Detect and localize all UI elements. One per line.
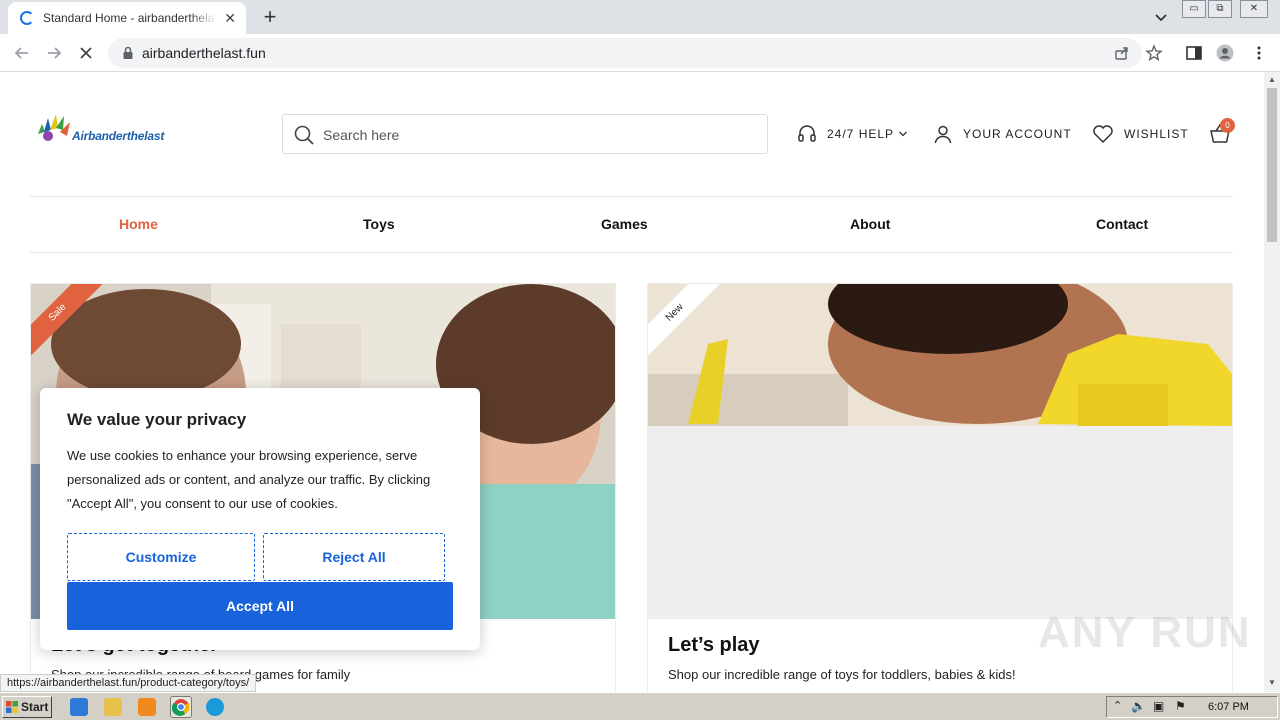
chevron-down-icon[interactable] (1152, 8, 1170, 26)
account-label: YOUR ACCOUNT (963, 127, 1072, 141)
hands-logo-icon (38, 114, 70, 141)
page-scrollbar[interactable]: ▲ ▼ (1264, 72, 1280, 692)
media-player-icon[interactable] (138, 698, 156, 716)
close-window-button[interactable]: ✕ (1240, 0, 1268, 18)
lock-icon[interactable] (120, 45, 136, 61)
site-logo[interactable]: Airbanderthelast (34, 110, 174, 146)
network-icon[interactable]: ▣ (1153, 699, 1164, 713)
child-playing-image[interactable]: New (648, 284, 1232, 619)
nav-home[interactable]: Home (119, 216, 158, 232)
nav-about[interactable]: About (850, 216, 890, 232)
chrome-taskbar-button[interactable] (170, 696, 192, 718)
windows-logo-icon (6, 701, 18, 713)
card-title[interactable]: Let’s play (668, 634, 760, 657)
cookie-consent-dialog: We value your privacy We use cookies to … (40, 388, 480, 650)
system-tray: ⌃ 🔈 ▣ ⚑ (1106, 696, 1278, 718)
close-tab-icon[interactable]: ✕ (222, 10, 238, 27)
new-tab-button[interactable]: + (258, 4, 282, 30)
help-dropdown[interactable]: 24/7 HELP (797, 124, 908, 144)
logo-text: Airbanderthelast (72, 129, 165, 143)
url-text[interactable]: airbanderthelast.fun (142, 45, 266, 61)
share-icon[interactable] (1114, 45, 1130, 61)
arrow-right-icon (48, 47, 62, 59)
profile-avatar-icon[interactable] (1216, 44, 1234, 62)
windows-taskbar: Start ⌃ 🔈 ▣ ⚑ 6:07 PM (0, 692, 1280, 720)
nav-contact[interactable]: Contact (1096, 216, 1148, 232)
stop-loading-button[interactable] (74, 41, 98, 65)
tab-strip: Standard Home - airbanderthelast.fun ✕ +… (0, 0, 1280, 34)
search-icon[interactable] (293, 124, 315, 146)
site-search[interactable] (282, 114, 768, 154)
back-button[interactable] (10, 41, 34, 65)
more-menu-icon[interactable] (1250, 44, 1268, 62)
scroll-thumb[interactable] (1267, 88, 1277, 242)
minimize-button[interactable]: ▭ (1182, 0, 1206, 18)
loading-spinner-icon (20, 11, 34, 25)
watermark-text: ANY RUN (1038, 608, 1252, 657)
status-bar-url: https://airbanderthelast.fun/product-cat… (0, 674, 257, 692)
start-button[interactable]: Start (2, 696, 52, 718)
wishlist-link[interactable]: WISHLIST (1092, 124, 1189, 144)
arrow-left-icon (14, 47, 28, 59)
accept-all-button[interactable]: Accept All (67, 582, 453, 630)
new-ribbon-label: New (648, 284, 722, 360)
bookmark-star-icon[interactable] (1145, 44, 1163, 62)
sale-ribbon: Sale (31, 284, 109, 362)
file-explorer-icon[interactable] (104, 698, 122, 716)
edge-icon[interactable] (206, 698, 224, 716)
main-navigation: Home Toys Games About Contact (30, 196, 1233, 253)
chevron-down-icon (899, 131, 908, 137)
headset-icon (798, 125, 816, 142)
wishlist-label: WISHLIST (1124, 127, 1189, 141)
show-hidden-icons-icon[interactable]: ⌃ (1113, 699, 1122, 712)
user-icon (934, 125, 952, 144)
card-description: Shop our incredible range of toys for to… (668, 667, 1016, 682)
internet-explorer-icon[interactable] (70, 698, 88, 716)
browser-toolbar: airbanderthelast.fun (0, 34, 1280, 72)
heart-icon (1093, 125, 1113, 144)
close-icon (80, 47, 92, 59)
start-label: Start (21, 700, 49, 714)
cookie-body: We use cookies to enhance your browsing … (67, 448, 431, 511)
help-label: 24/7 HELP (827, 127, 895, 141)
search-input[interactable] (323, 124, 743, 146)
nav-games[interactable]: Games (601, 216, 648, 232)
nav-toys[interactable]: Toys (363, 216, 395, 232)
child-with-toy-photo (648, 284, 1232, 619)
tab-title: Standard Home - airbanderthelast.fun (43, 11, 216, 25)
customize-button[interactable]: Customize (67, 533, 255, 581)
forward-button[interactable] (42, 41, 66, 65)
restore-button[interactable]: ⧉ (1208, 0, 1232, 18)
scroll-up-arrow-icon[interactable]: ▲ (1268, 75, 1276, 84)
taskbar-clock: 6:07 PM (1208, 701, 1249, 713)
volume-icon[interactable]: 🔈 (1131, 699, 1146, 713)
sale-ribbon-label: Sale (31, 284, 105, 360)
address-bar[interactable]: airbanderthelast.fun (108, 38, 1142, 68)
account-link[interactable]: YOUR ACCOUNT (933, 124, 1072, 144)
cookie-title: We value your privacy (67, 410, 247, 429)
browser-tab[interactable]: Standard Home - airbanderthelast.fun ✕ (8, 2, 246, 34)
cart-count-badge: 0 (1220, 118, 1235, 133)
chrome-icon (172, 699, 190, 716)
scroll-down-arrow-icon[interactable]: ▼ (1268, 678, 1276, 687)
action-center-flag-icon[interactable]: ⚑ (1175, 699, 1186, 713)
side-panel-icon[interactable] (1185, 44, 1203, 62)
new-ribbon: New (648, 284, 726, 362)
reject-all-button[interactable]: Reject All (263, 533, 445, 581)
